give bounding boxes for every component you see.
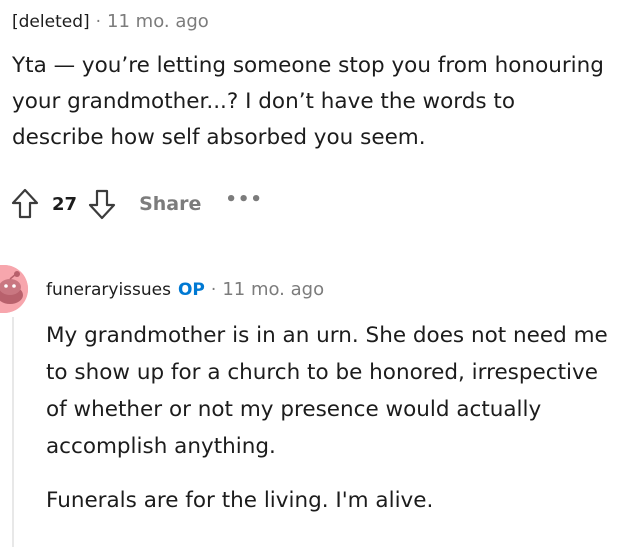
meta-separator: · xyxy=(210,280,217,300)
op-badge: OP xyxy=(177,280,205,300)
thread-line[interactable] xyxy=(12,317,14,547)
upvote-arrow-icon[interactable] xyxy=(10,187,40,221)
comment-author[interactable]: [deleted] xyxy=(12,10,90,34)
reply-timestamp[interactable]: 11 mo. ago xyxy=(222,278,324,302)
reply-author[interactable]: funeraryissues xyxy=(46,278,171,302)
comment-actions: 27 Share ••• xyxy=(10,186,263,222)
meta-separator: · xyxy=(95,12,102,32)
reply-paragraph: My grandmother is in an urn. She does no… xyxy=(46,323,608,459)
snoo-avatar-icon[interactable] xyxy=(0,265,28,313)
share-button[interactable]: Share xyxy=(139,193,201,215)
reply-paragraph: Funerals are for the living. I'm alive. xyxy=(46,488,434,513)
comment-body: Yta — you’re letting someone stop you fr… xyxy=(12,53,611,150)
reply-body: My grandmother is in an urn. She does no… xyxy=(46,317,616,536)
comment-meta: [deleted] · 11 mo. ago xyxy=(12,10,612,34)
comment-timestamp[interactable]: 11 mo. ago xyxy=(107,10,209,34)
vote-score: 27 xyxy=(52,193,78,215)
downvote-arrow-icon[interactable] xyxy=(87,187,117,221)
more-options-button[interactable]: ••• xyxy=(225,189,263,210)
comment: [deleted] · 11 mo. ago Yta — you’re lett… xyxy=(12,10,612,156)
reply-meta: funeraryissues OP · 11 mo. ago xyxy=(46,278,324,302)
